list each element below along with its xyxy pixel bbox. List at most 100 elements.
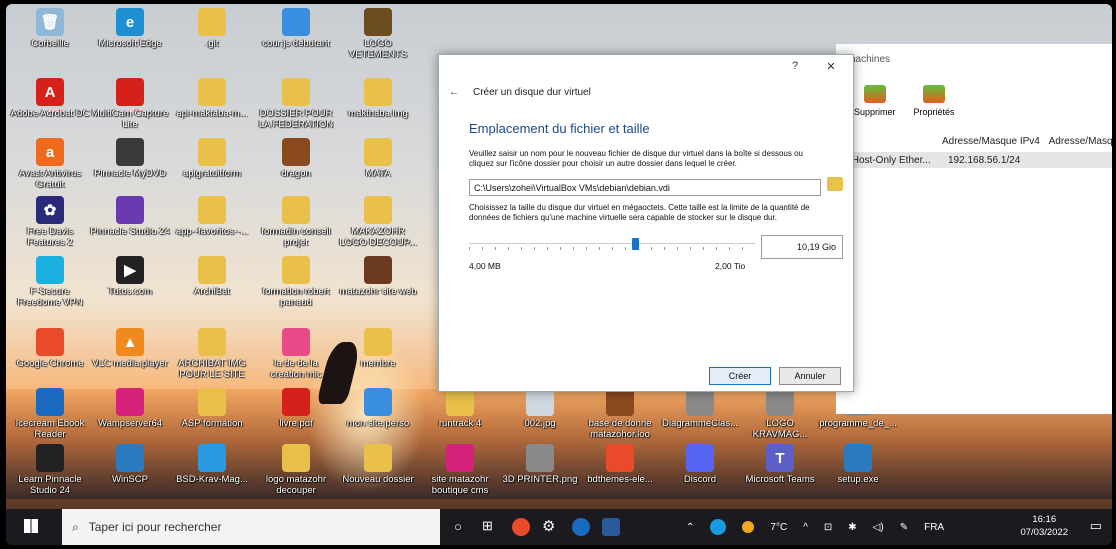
desktop-icon[interactable]: Pinnacle Studio 24 (90, 196, 170, 237)
desktop-icon[interactable]: LOGO VETEMENTS (338, 8, 418, 60)
desktop-icon[interactable]: formation robert panaud (256, 256, 336, 308)
desktop-icon[interactable]: Learn Pinnacle Studio 24 (10, 444, 90, 496)
desktop-icon-label: Tutos.com (108, 286, 152, 297)
desktop-icon[interactable]: Wampserver64 (90, 388, 170, 429)
column-header-ipv6[interactable]: Adresse/Masq (1049, 136, 1112, 147)
desktop-icon[interactable]: matazohr site web (338, 256, 418, 297)
cortana-icon[interactable]: ○ (454, 519, 462, 534)
volume-icon[interactable]: ◁) (873, 522, 884, 533)
desktop-icon[interactable]: Nouveau dossier (338, 444, 418, 485)
desktop-icon[interactable]: logo matazohr decouper (256, 444, 336, 496)
chevron-up-icon[interactable]: ⌃ (686, 522, 694, 533)
desktop-icon-label: MultiCam Capture Lite (91, 108, 169, 130)
app-icon (282, 256, 310, 284)
desktop-icon[interactable]: T Microsoft Teams (740, 444, 820, 485)
desktop-icon[interactable]: Google Chrome (10, 328, 90, 369)
desktop-icon[interactable]: 002.jpg (500, 388, 580, 429)
desktop-icon[interactable]: a Avast Antivirus Gratuit (10, 138, 90, 190)
desktop-icon[interactable]: MultiCam Capture Lite (90, 78, 170, 130)
desktop-icon-label: livre pdf (279, 418, 313, 429)
close-button[interactable]: ✕ (821, 60, 841, 73)
app-blue-circle-icon[interactable] (572, 518, 590, 536)
file-path-input[interactable] (469, 179, 821, 196)
desktop-icon[interactable]: setup.exe (818, 444, 898, 485)
desktop-icon[interactable]: e Microsoft Edge (90, 8, 170, 49)
desktop-icon[interactable]: base de donne matazohor.loo (580, 388, 660, 440)
desktop-icon[interactable]: runtrack 4 (420, 388, 500, 429)
size-input[interactable]: 10,19 Gio (761, 235, 843, 259)
table-row[interactable]: x Host-Only Ether... 192.168.56.1/24 (836, 152, 1112, 168)
bluetooth-icon[interactable]: ✱ (848, 522, 856, 533)
desktop-icon[interactable]: .git (172, 8, 252, 49)
desktop-icon[interactable]: A Adobe Acrobat DC (10, 78, 90, 119)
desktop-icon[interactable]: ArchiBat (172, 256, 252, 297)
column-header-ipv4[interactable]: Adresse/Masque IPv4 (942, 136, 1040, 147)
desktop-icon[interactable]: dragon (256, 138, 336, 179)
clock[interactable]: 16:16 07/03/2022 (1020, 513, 1068, 539)
settings-gear-icon[interactable]: ⚙ (542, 517, 555, 535)
cancel-button[interactable]: Annuler (779, 367, 841, 385)
help-button[interactable]: ? (785, 60, 805, 72)
breadcrumb: ← Créer un disque dur virtuel (449, 87, 591, 98)
desktop-icon-label: ARCHIBAT IMG POUR LE SITE (178, 358, 246, 380)
desktop-icon[interactable]: la de de la creation mic (256, 328, 336, 380)
tray-overflow-icon[interactable]: ^ (803, 522, 808, 533)
desktop-icon[interactable]: DiagrammeClas... (660, 388, 740, 429)
language-indicator[interactable]: FRA (924, 522, 944, 533)
desktop-icon-label: formadin conseil projet (261, 226, 331, 248)
app-icon (526, 388, 554, 416)
desktop-icon[interactable]: ASP formation (172, 388, 252, 429)
task-view-icon[interactable]: ⊞ (482, 518, 493, 534)
desktop-icon[interactable]: MAKAZOHR LOGO DECOUP... (338, 196, 418, 248)
desktop-icon[interactable]: Pinnacle MyDVD (90, 138, 170, 179)
desktop-icon[interactable]: MATA (338, 138, 418, 179)
chrome-icon[interactable] (512, 518, 530, 536)
vbox-delete-button[interactable]: Supprimer (854, 85, 896, 117)
desktop-icon[interactable]: bdthemes-ele... (580, 444, 660, 485)
desktop-icon[interactable]: apigratuitform (172, 138, 252, 179)
desktop-icon[interactable]: membre (338, 328, 418, 369)
desktop-icon[interactable]: app--favoritos--... (172, 196, 252, 237)
desktop-icon[interactable]: cour js debutant (256, 8, 336, 49)
desktop: 🗑 Corbeille e Microsoft Edge .git cour js deb… (6, 4, 1112, 545)
desktop-icon[interactable]: api-maktaba-m... (172, 78, 252, 119)
search-placeholder: Taper ici pour rechercher (88, 520, 222, 534)
max-size-label: 2,00 Tio (715, 261, 746, 271)
desktop-icon[interactable]: ARCHIBAT IMG POUR LE SITE (172, 328, 252, 380)
size-slider[interactable] (469, 237, 755, 251)
desktop-icon[interactable]: LOGO KRAVMAG... (740, 388, 820, 440)
desktop-icon[interactable]: formadin conseil projet (256, 196, 336, 248)
desktop-icon[interactable]: ✿ Free Davis Features 2 (10, 196, 90, 248)
app-icon (36, 444, 64, 472)
desktop-icon[interactable]: BSD-Krav-Mag... (172, 444, 252, 485)
weather-temp[interactable]: 7°C (770, 522, 787, 533)
desktop-icon[interactable]: F-Secure Freedome VPN (10, 256, 90, 308)
desktop-icon[interactable]: 🗑 Corbeille (10, 8, 90, 49)
desktop-icon[interactable]: mon site perso (338, 388, 418, 429)
desktop-icon[interactable]: Icecream Ebook Reader (10, 388, 90, 440)
desktop-icon[interactable]: site matazohr boutique cms (420, 444, 500, 496)
vbox-properties-button[interactable]: Propriétés (914, 85, 955, 117)
desktop-icon[interactable]: DOSSIER POUR LA FEDERATION (256, 78, 336, 130)
desktop-icon[interactable]: ▶ Tutos.com (90, 256, 170, 297)
desktop-icon[interactable]: makthaba img (338, 78, 418, 119)
help-icon[interactable] (710, 519, 727, 535)
desktop-icon[interactable]: ▲ VLC media player (90, 328, 170, 369)
network-icon[interactable]: ⊡ (824, 522, 832, 533)
create-button[interactable]: Créer (709, 367, 771, 385)
back-arrow-icon[interactable]: ← (449, 87, 459, 98)
app-icon (364, 256, 392, 284)
folder-icon[interactable] (827, 177, 843, 191)
search-box[interactable]: ⌕ Taper ici pour rechercher (62, 509, 440, 545)
notification-icon[interactable]: ▭ (1090, 518, 1102, 534)
pen-icon[interactable]: ✎ (900, 522, 908, 533)
desktop-icon[interactable]: livre pdf (256, 388, 336, 429)
desktop-icon[interactable]: 3D PRINTER.png (500, 444, 580, 485)
desktop-icon[interactable]: Discord (660, 444, 740, 485)
desktop-icon[interactable]: WinSCP (90, 444, 170, 485)
windows-start-icon[interactable] (24, 519, 38, 533)
app-icon (116, 444, 144, 472)
taskbar: ⌕ Taper ici pour rechercher ○ ⊞ ⚙ ⌃ 7°C … (6, 509, 1112, 545)
slider-thumb[interactable] (631, 238, 639, 250)
virtualbox-icon[interactable] (602, 518, 620, 536)
